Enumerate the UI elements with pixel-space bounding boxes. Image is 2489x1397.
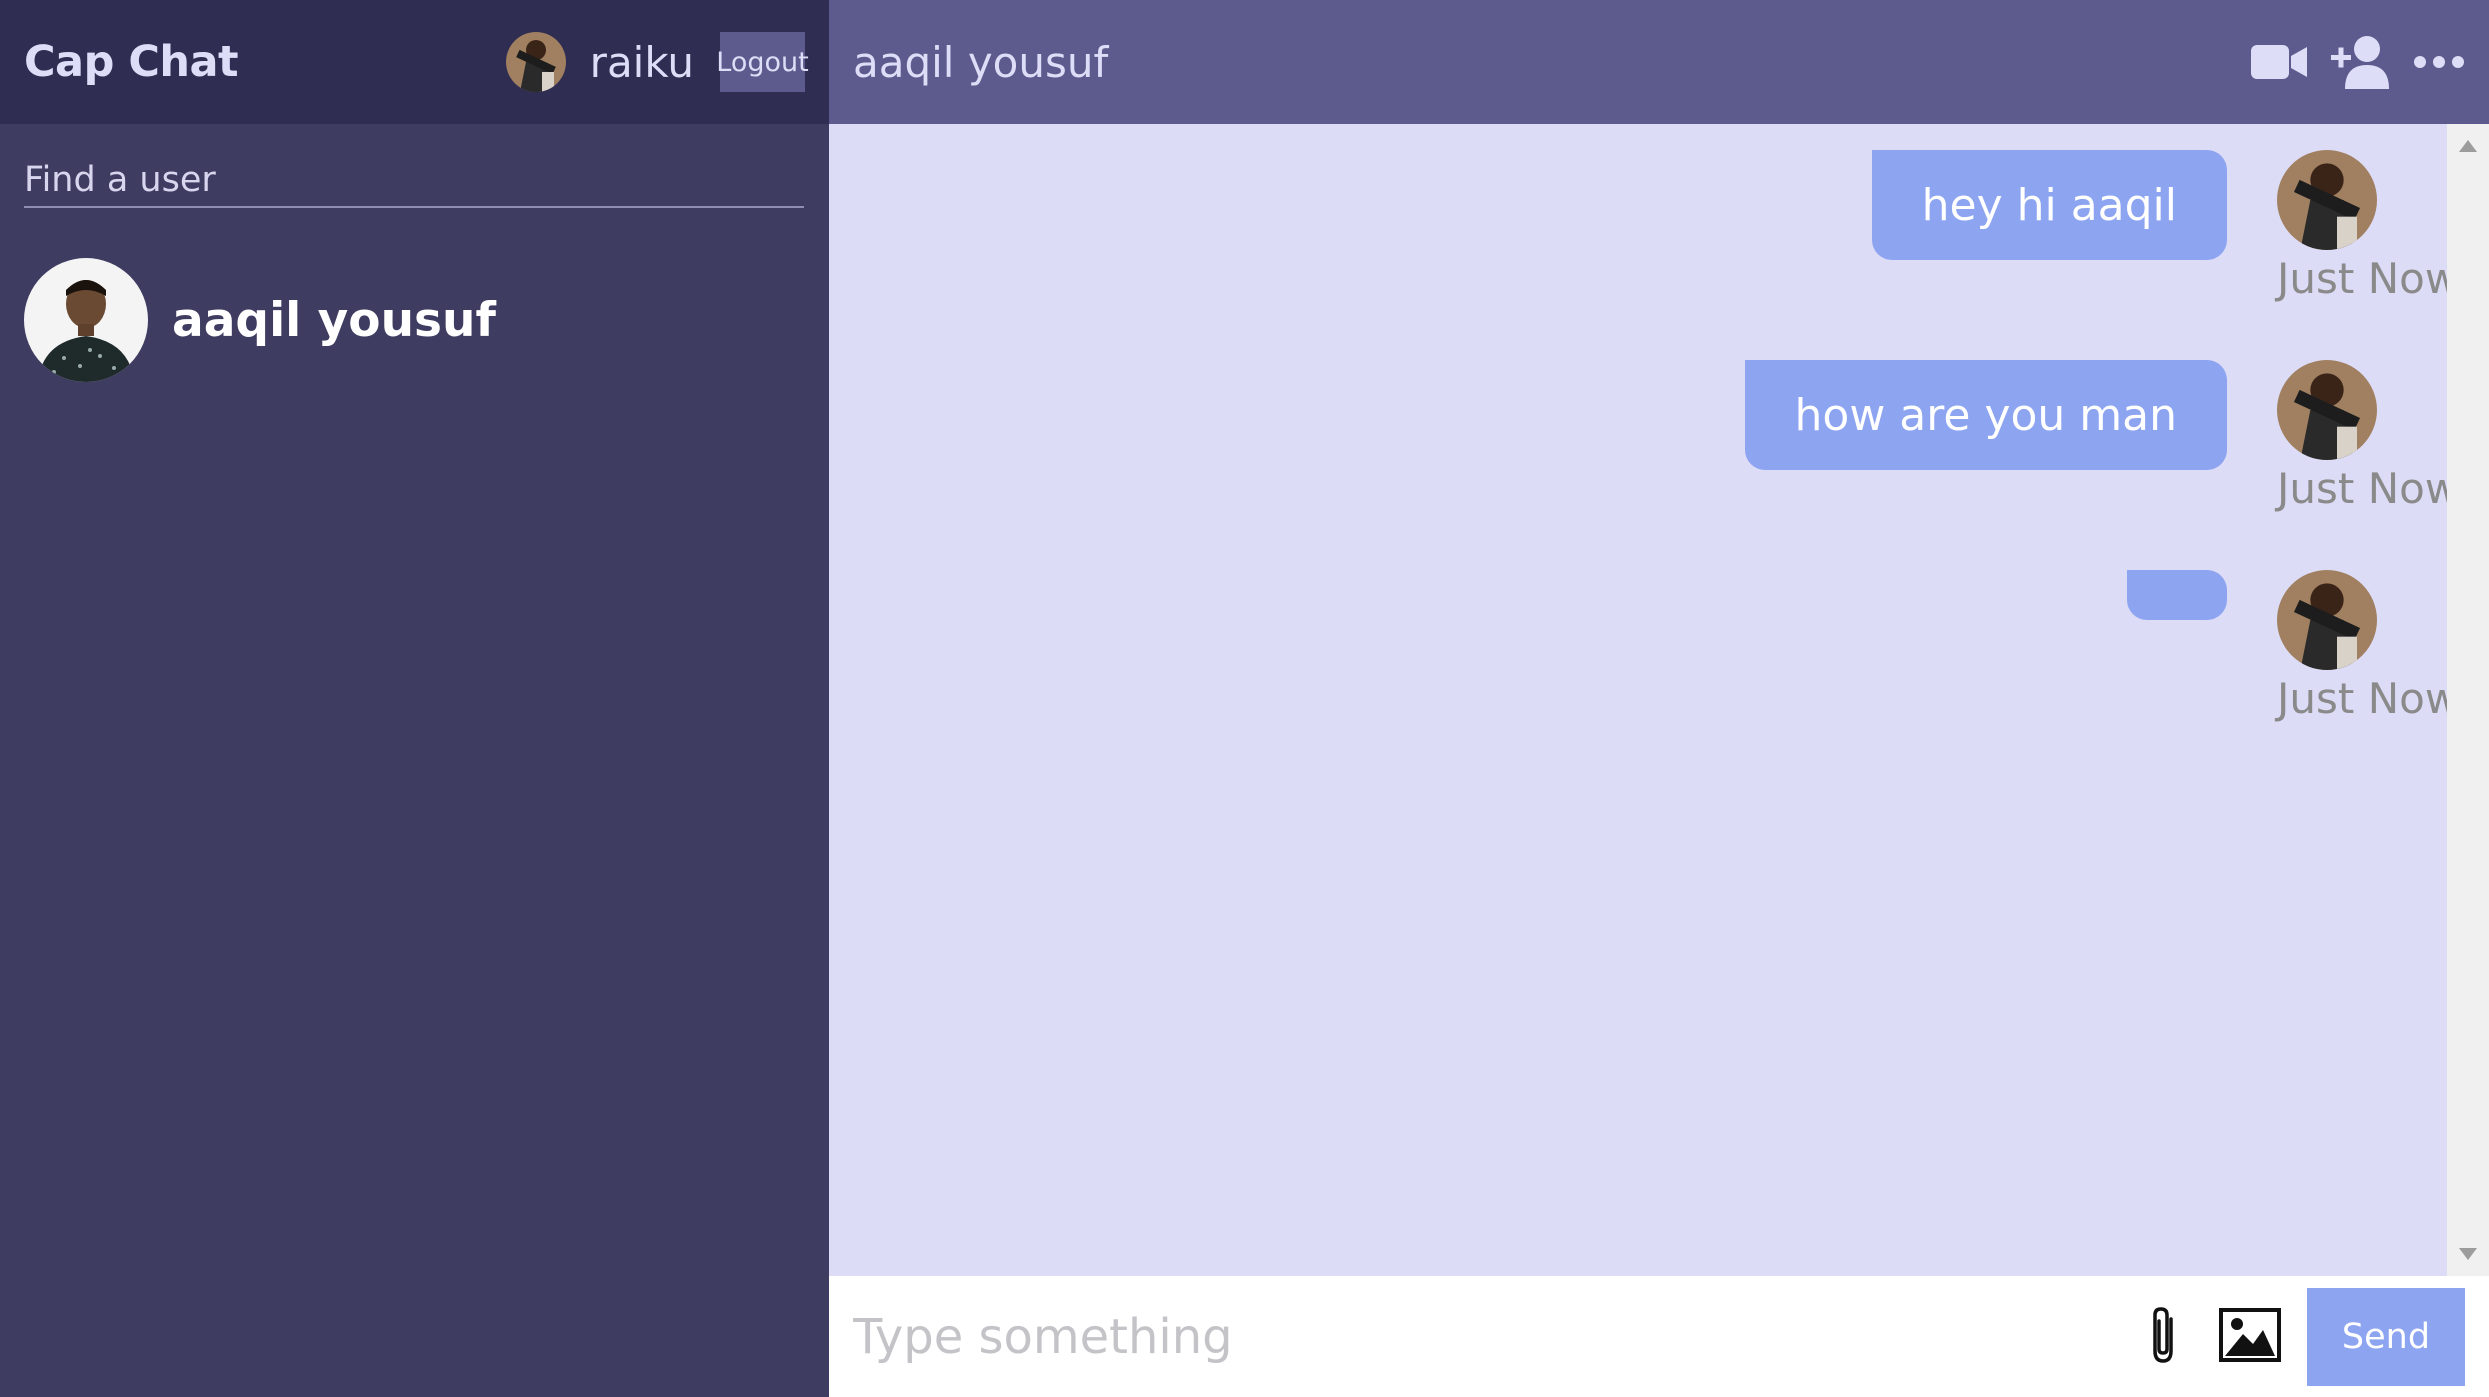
message-bubble: how are you man: [1744, 360, 2227, 470]
message-time: Just Now: [2277, 254, 2460, 303]
message-info: Just Now: [2277, 570, 2459, 723]
current-user: raiku Logout: [505, 32, 809, 92]
user-avatar: [24, 258, 148, 382]
chat-actions: [2251, 35, 2465, 89]
brand-logo: Cap Chat: [24, 37, 239, 87]
logout-button[interactable]: Logout: [716, 32, 809, 92]
message: Just Now: [2127, 570, 2459, 723]
paperclip-icon[interactable]: [2147, 1305, 2181, 1369]
message-avatar: [2277, 570, 2377, 670]
current-user-name: raiku: [589, 37, 694, 87]
message-bubble: [2127, 570, 2227, 620]
app-window: Cap Chat raiku Logout Find a user aaqil …: [0, 0, 2489, 1397]
message-bubble: hey hi aaqil: [1871, 150, 2227, 260]
scroll-up-arrow-icon[interactable]: [2459, 140, 2477, 152]
message-time: Just Now: [2277, 464, 2460, 513]
current-user-avatar: [505, 32, 566, 92]
message-composer: Send: [829, 1276, 2489, 1397]
video-camera-icon[interactable]: [2251, 43, 2309, 81]
chat-title: aaqil yousuf: [853, 37, 1109, 87]
messages-scrollbar[interactable]: [2447, 124, 2489, 1276]
more-options-icon[interactable]: [2413, 55, 2465, 69]
chat-header: aaqil yousuf: [829, 0, 2489, 124]
messages-list[interactable]: hey hi aaqil Just Now how are you man Ju…: [829, 124, 2489, 1276]
sidebar: Cap Chat raiku Logout Find a user aaqil …: [0, 0, 829, 1397]
search-user-input[interactable]: [24, 154, 804, 208]
image-upload-icon[interactable]: [2219, 1307, 2281, 1366]
message-input[interactable]: [853, 1308, 2147, 1365]
scroll-down-arrow-icon[interactable]: [2459, 1248, 2477, 1260]
message: hey hi aaqil Just Now: [1871, 150, 2459, 303]
message: how are you man Just Now: [1744, 360, 2459, 513]
add-user-icon[interactable]: [2331, 35, 2391, 89]
chat-panel: aaqil yousuf hey hi aaqil Just Now how a…: [829, 0, 2489, 1397]
sidebar-header: Cap Chat raiku Logout: [0, 0, 829, 124]
message-avatar: [2277, 360, 2377, 460]
message-time: Just Now: [2277, 674, 2460, 723]
message-info: Just Now: [2277, 360, 2459, 513]
message-info: Just Now: [2277, 150, 2459, 303]
user-name: aaqil yousuf: [172, 292, 496, 348]
user-list-item[interactable]: aaqil yousuf: [0, 258, 829, 382]
user-search: [0, 124, 829, 208]
send-button[interactable]: Send: [2307, 1287, 2465, 1386]
message-avatar: [2277, 150, 2377, 250]
